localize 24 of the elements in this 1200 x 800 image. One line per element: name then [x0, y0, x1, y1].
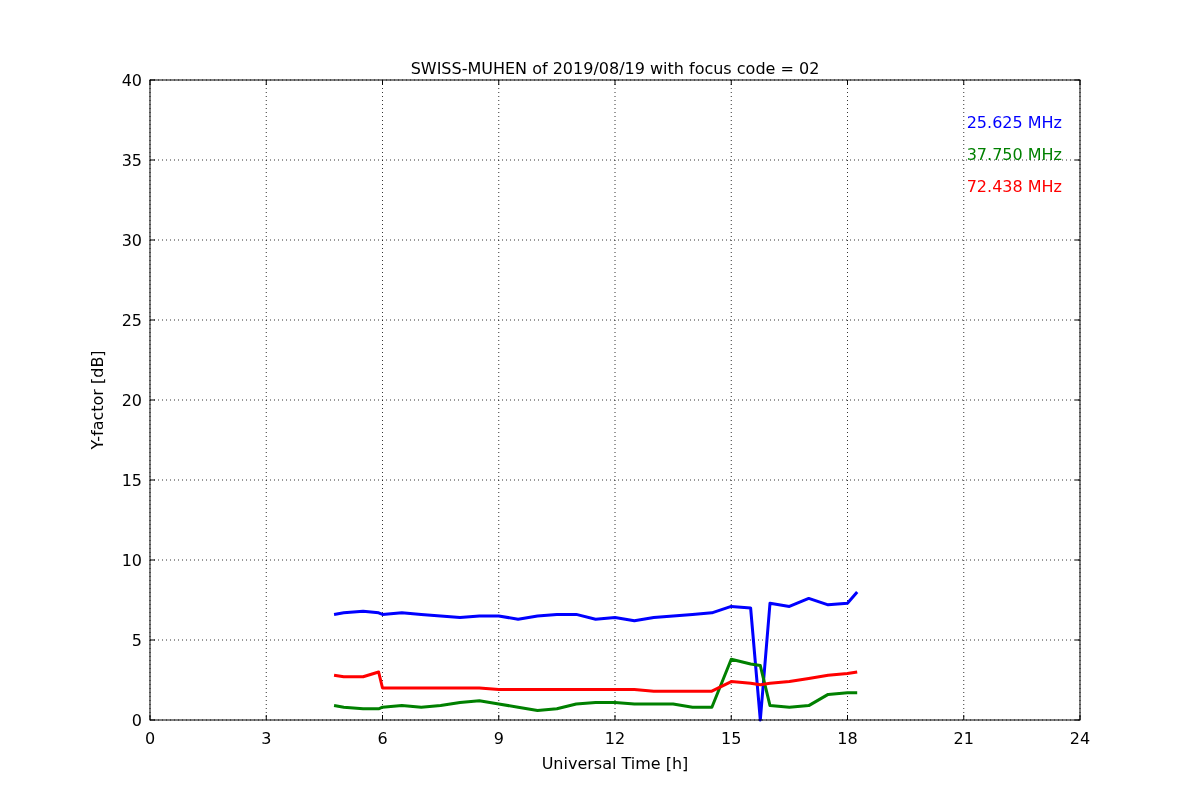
x-tick-label: 15	[721, 729, 742, 748]
x-tick-label: 24	[1069, 729, 1091, 748]
chart-title: SWISS-MUHEN of 2019/08/19 with focus code = 02	[410, 59, 820, 78]
y-tick-label: 25	[121, 311, 142, 330]
y-tick-label: 5	[131, 631, 142, 650]
x-axis-label: Universal Time [h]	[541, 754, 689, 773]
y-axis-label: Y-factor [dB]	[88, 350, 107, 450]
x-tick-label: 0	[144, 729, 156, 748]
x-tick-label: 9	[493, 729, 504, 748]
x-tick-label: 18	[837, 729, 858, 748]
x-tick-label: 6	[377, 729, 388, 748]
y-tick-label: 35	[121, 151, 142, 170]
y-tick-label: 10	[121, 551, 142, 570]
y-tick-label: 15	[121, 471, 142, 490]
x-tick-label: 3	[261, 729, 272, 748]
x-tick-label: 12	[604, 729, 626, 748]
x-tick-label: 21	[953, 729, 974, 748]
y-tick-label: 40	[121, 71, 142, 90]
legend-entry: 72.438 MHz	[966, 177, 1062, 196]
y-tick-label: 0	[131, 711, 142, 730]
legend-entry: 37.750 MHz	[966, 145, 1062, 164]
y-tick-label: 30	[121, 231, 142, 250]
y-tick-label: 20	[121, 391, 142, 410]
legend-entry: 25.625 MHz	[966, 113, 1062, 132]
